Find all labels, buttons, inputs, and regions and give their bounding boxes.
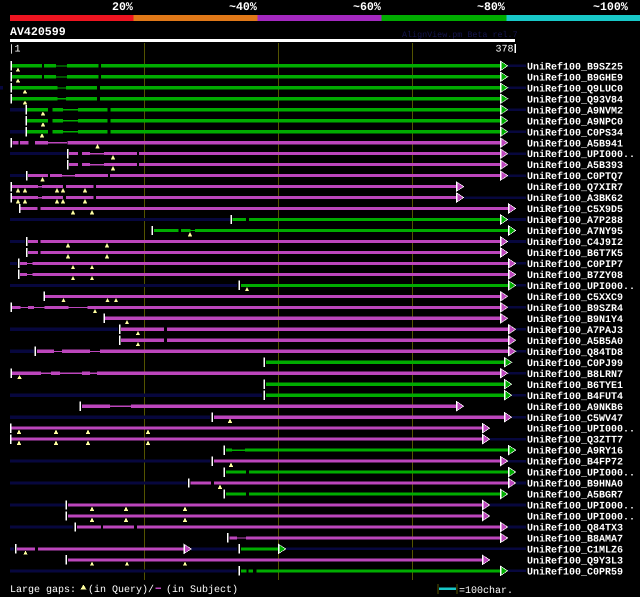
svg-text:UniRef100_A5B941: UniRef100_A5B941	[527, 138, 623, 150]
svg-text:UniRef100_C0PS34: UniRef100_C0PS34	[527, 127, 623, 139]
svg-text:(in Query)/: (in Query)/	[88, 584, 154, 596]
svg-text:UniRef100_B4FP72: UniRef100_B4FP72	[527, 457, 623, 469]
svg-text:UniRef100_A7P288: UniRef100_A7P288	[527, 215, 623, 227]
svg-text:UniRef100_B9N1Y4: UniRef100_B9N1Y4	[527, 314, 623, 326]
svg-text:UniRef100_C0PJ99: UniRef100_C0PJ99	[527, 358, 623, 370]
svg-text:~40%: ~40%	[229, 1, 257, 14]
svg-text:378: 378	[496, 45, 514, 56]
svg-text:UniRef100_A7PAJ3: UniRef100_A7PAJ3	[527, 325, 623, 337]
svg-text:UniRef100_B6TYE1: UniRef100_B6TYE1	[527, 380, 623, 392]
svg-text:UniRef100_C0PR59: UniRef100_C0PR59	[527, 566, 623, 578]
svg-text:~60%: ~60%	[353, 1, 381, 14]
svg-text:UniRef100_A9NKB6: UniRef100_A9NKB6	[527, 402, 623, 414]
svg-text:UniRef100_B9SZ25: UniRef100_B9SZ25	[527, 61, 623, 73]
svg-text:UniRef100_Q93V84: UniRef100_Q93V84	[527, 94, 623, 106]
svg-text:UniRef100_A9NVM2: UniRef100_A9NVM2	[527, 105, 623, 117]
svg-text:UniRef100_Q3ZTT7: UniRef100_Q3ZTT7	[527, 435, 623, 447]
svg-text:~100%: ~100%	[593, 1, 628, 14]
svg-text:UniRef100_B8LRN7: UniRef100_B8LRN7	[527, 369, 623, 381]
svg-text:UniRef100_A9RY16: UniRef100_A9RY16	[527, 446, 623, 458]
svg-text:UniRef100_B9GHE9: UniRef100_B9GHE9	[527, 72, 623, 84]
svg-text:UniRef100_B9HNA0: UniRef100_B9HNA0	[527, 479, 623, 491]
svg-text:UniRef100_UPI000..: UniRef100_UPI000..	[527, 501, 635, 513]
svg-text:AlignView.pm Beta rel.7: AlignView.pm Beta rel.7	[402, 30, 518, 40]
svg-text:UniRef100_A3BK62: UniRef100_A3BK62	[527, 193, 623, 205]
svg-text:20%: 20%	[112, 1, 133, 14]
svg-text:UniRef100_UPI000..: UniRef100_UPI000..	[527, 512, 635, 524]
svg-text:UniRef100_A5BGR7: UniRef100_A5BGR7	[527, 490, 623, 502]
svg-text:(in Subject): (in Subject)	[166, 584, 238, 596]
svg-text:UniRef100_A5B393: UniRef100_A5B393	[527, 160, 623, 172]
svg-text:UniRef100_C4J9I2: UniRef100_C4J9I2	[527, 237, 623, 249]
svg-text:UniRef100_A5B5A0: UniRef100_A5B5A0	[527, 336, 623, 348]
svg-text:UniRef100_UPI000..: UniRef100_UPI000..	[527, 149, 635, 161]
svg-text:UniRef100_Q84TD8: UniRef100_Q84TD8	[527, 347, 623, 359]
svg-text:UniRef100_B6T7K5: UniRef100_B6T7K5	[527, 248, 623, 260]
svg-text:UniRef100_A9NPC0: UniRef100_A9NPC0	[527, 116, 623, 128]
svg-text:UniRef100_B7ZY08: UniRef100_B7ZY08	[527, 270, 623, 282]
svg-text:UniRef100_Q7XIR7: UniRef100_Q7XIR7	[527, 182, 623, 194]
svg-text:=100char.: =100char.	[459, 585, 513, 597]
svg-text:UniRef100_UPI000..: UniRef100_UPI000..	[527, 424, 635, 436]
svg-text:UniRef100_C0PTQ7: UniRef100_C0PTQ7	[527, 171, 623, 183]
svg-text:UniRef100_UPI000..: UniRef100_UPI000..	[527, 468, 635, 480]
svg-text:UniRef100_C5WV47: UniRef100_C5WV47	[527, 413, 623, 425]
svg-text:UniRef100_B8AMA7: UniRef100_B8AMA7	[527, 534, 623, 546]
svg-text:UniRef100_C5X9D5: UniRef100_C5X9D5	[527, 204, 623, 216]
svg-text:Large gaps:: Large gaps:	[10, 585, 76, 596]
svg-text:UniRef100_Q9Y3L3: UniRef100_Q9Y3L3	[527, 556, 623, 568]
svg-text:~80%: ~80%	[477, 1, 505, 14]
svg-text:UniRef100_Q84TX3: UniRef100_Q84TX3	[527, 523, 623, 535]
svg-text:UniRef100_C1MLZ6: UniRef100_C1MLZ6	[527, 545, 623, 557]
svg-text:UniRef100_C5XXC9: UniRef100_C5XXC9	[527, 292, 623, 304]
svg-text:UniRef100_A7NY95: UniRef100_A7NY95	[527, 226, 623, 238]
svg-text:UniRef100_Q9LUC0: UniRef100_Q9LUC0	[527, 83, 623, 95]
svg-text:UniRef100_UPI000..: UniRef100_UPI000..	[527, 281, 635, 293]
svg-text:|1: |1	[9, 44, 21, 56]
svg-text:UniRef100_B4FUT4: UniRef100_B4FUT4	[527, 391, 623, 403]
svg-text:UniRef100_C0PIP7: UniRef100_C0PIP7	[527, 259, 623, 271]
svg-text:UniRef100_B9SZR4: UniRef100_B9SZR4	[527, 303, 623, 315]
svg-text:AV420599: AV420599	[10, 26, 66, 39]
